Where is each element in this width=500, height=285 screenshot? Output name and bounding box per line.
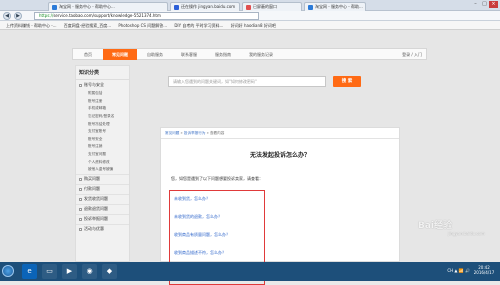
article-panel: 常见问题 » 投诉举报行为 » 查看内容 无法发起投诉怎么办？ 您，如您是遇到了… bbox=[160, 127, 400, 285]
nav-home[interactable]: 首页 bbox=[77, 49, 99, 60]
search-input[interactable]: 请输入您遇到的问题关键词，如"如何修改密码" bbox=[168, 76, 326, 87]
bookmark[interactable]: 百度网盘-经验搜索_百度... bbox=[64, 23, 111, 28]
divider bbox=[161, 138, 399, 139]
knowledge-sidebar: 知识分类 账号与安全 附属包括 账号注册 手机或邮箱 忘记密码/登录名 账号冻结… bbox=[75, 65, 130, 262]
url-input[interactable]: https://service.taobao.com/support/knowl… bbox=[34, 12, 259, 20]
sidebar-category-label: 活动与优惠 bbox=[84, 226, 104, 232]
sidebar-subitem[interactable]: 账号冻结处理 bbox=[76, 120, 129, 128]
sidebar-subitem[interactable]: 账号注册 bbox=[76, 98, 129, 106]
site-top-nav: 首页 常见问题 自助服务 联系客服 服务指南 我的服务记录 登录 / 入门 bbox=[72, 48, 427, 60]
back-button[interactable]: ◀ bbox=[3, 12, 11, 20]
faq-link[interactable]: 未收到货，怎么办？ bbox=[174, 196, 210, 202]
expand-icon bbox=[79, 217, 82, 221]
faq-link[interactable]: 收到商品有质量问题，怎么办？ bbox=[174, 232, 230, 238]
tab-label: 淘宝网 - 服务中心 - 帮助中心... bbox=[59, 4, 115, 9]
sidebar-subitem[interactable]: 账号注销 bbox=[76, 143, 129, 151]
browser-tab[interactable]: 还在操作 jingyan.baidu.com bbox=[170, 2, 240, 11]
breadcrumb-parent[interactable]: 投诉举报行为 bbox=[184, 131, 206, 135]
maximize-icon[interactable]: □ bbox=[480, 1, 489, 8]
sidebar-subitem[interactable]: 支付宝问题 bbox=[76, 151, 129, 159]
url-path: service.taobao.com/support/knowledge-552… bbox=[53, 13, 161, 18]
sidebar-category[interactable]: 投诉举报问题 bbox=[76, 213, 129, 224]
forward-button[interactable]: ▶ bbox=[14, 12, 22, 20]
media-icon[interactable]: ▶ bbox=[62, 264, 77, 279]
bookmarks-bar: 上传资料赚钱 - 帮助中心 -... 百度网盘-经验搜索_百度... Photo… bbox=[0, 21, 500, 30]
login-link[interactable]: 登录 / 入门 bbox=[402, 49, 422, 60]
bookmark[interactable]: DIY 自考的 平时学习资料... bbox=[174, 23, 223, 28]
sidebar-category[interactable]: 退款退货问题 bbox=[76, 203, 129, 214]
sidebar-category[interactable]: 活动与优惠 bbox=[76, 223, 129, 234]
close-icon[interactable]: × bbox=[489, 1, 498, 8]
start-button[interactable] bbox=[2, 265, 14, 277]
nav-contact[interactable]: 联系客服 bbox=[173, 49, 205, 60]
browser-tab[interactable]: 淘宝网 - 服务中心 - 帮助... bbox=[304, 2, 366, 11]
collapse-icon bbox=[79, 83, 82, 87]
article-intro: 您，如您是遇到了以下问题想要投诉卖家，请查看： bbox=[171, 176, 263, 181]
sidebar-subitem[interactable]: 个人资料修改 bbox=[76, 158, 129, 166]
tab-label: 还在操作 jingyan.baidu.com bbox=[181, 4, 236, 9]
expand-icon bbox=[79, 197, 82, 201]
sidebar-title: 知识分类 bbox=[76, 66, 129, 80]
nav-guide[interactable]: 服务指南 bbox=[207, 49, 239, 60]
sidebar-subitem[interactable]: 被他人盗号被骗 bbox=[76, 166, 129, 174]
sidebar-category[interactable]: 发货收货问题 bbox=[76, 193, 129, 204]
browser-tab[interactable]: 已屏蔽的窗口 bbox=[242, 2, 302, 11]
tab-label: 淘宝网 - 服务中心 - 帮助... bbox=[315, 4, 363, 9]
sidebar-category-label: 付款问题 bbox=[84, 186, 100, 192]
taobao-tab-icon bbox=[308, 4, 313, 10]
bookmark[interactable]: Photoshop CS 问题解答... bbox=[118, 23, 167, 28]
taobao-tab-icon bbox=[52, 4, 57, 10]
sidebar-subitem[interactable]: 支付宝账号 bbox=[76, 128, 129, 136]
clock[interactable]: 20:42 2016/4/17 bbox=[471, 265, 497, 275]
breadcrumb-home[interactable]: 常见问题 bbox=[165, 131, 179, 135]
watermark-url: jingyan.baidu.com bbox=[448, 231, 485, 236]
baidu-tab-icon bbox=[174, 4, 179, 10]
blocked-tab-icon bbox=[246, 4, 251, 10]
breadcrumb-separator: » bbox=[180, 131, 183, 135]
faq-link[interactable]: 收到商品描述不符，怎么办？ bbox=[174, 250, 226, 256]
sidebar-category-label: 发货收货问题 bbox=[84, 196, 108, 202]
url-scheme: https:// bbox=[39, 13, 54, 18]
nav-records[interactable]: 我的服务记录 bbox=[241, 49, 281, 60]
browser-tab-active[interactable]: 淘宝网 - 服务中心 - 帮助中心... bbox=[48, 2, 168, 11]
faq-link[interactable]: 未收到货的退款，怎么办？ bbox=[174, 214, 222, 220]
clock-date: 2016/4/17 bbox=[473, 270, 495, 275]
bookmark[interactable]: 上传资料赚钱 - 帮助中心 -... bbox=[6, 23, 57, 28]
nav-self-service[interactable]: 自助服务 bbox=[139, 49, 171, 60]
nav-faq[interactable]: 常见问题 bbox=[103, 49, 137, 60]
breadcrumb: 常见问题 » 投诉举报行为 » 查看内容 bbox=[165, 131, 224, 136]
article-title: 无法发起投诉怎么办？ bbox=[249, 152, 310, 159]
sidebar-subitem[interactable]: 附属包括 bbox=[76, 90, 129, 98]
sidebar-subitem[interactable]: 忘记密码/登录名 bbox=[76, 113, 129, 121]
app-icon[interactable]: ◆ bbox=[102, 264, 117, 279]
expand-icon bbox=[79, 227, 82, 231]
sidebar-category[interactable]: 购买问题 bbox=[76, 173, 129, 184]
system-tray[interactable]: CH ▲ 📶 🔊 bbox=[447, 268, 470, 273]
expand-icon bbox=[79, 207, 82, 211]
bookmark[interactable]: 好词好 haodian8 好词吧 bbox=[231, 23, 276, 28]
browser-tab-strip: 淘宝网 - 服务中心 - 帮助中心... 还在操作 jingyan.baidu.… bbox=[0, 0, 500, 11]
sidebar-subitem[interactable]: 手机或邮箱 bbox=[76, 105, 129, 113]
windows-taskbar: e ▭ ▶ ◉ ◆ CH ▲ 📶 🔊 20:42 2016/4/17 bbox=[0, 262, 500, 281]
window-controls: – □ × bbox=[471, 1, 498, 8]
sidebar-category-label: 购买问题 bbox=[84, 176, 100, 182]
address-bar-row: ◀ ▶ https://service.taobao.com/support/k… bbox=[0, 11, 500, 21]
breadcrumb-separator: » bbox=[206, 131, 209, 135]
expand-icon bbox=[79, 187, 82, 191]
sidebar-category-label: 退款退货问题 bbox=[84, 206, 108, 212]
browser-icon[interactable]: ◉ bbox=[82, 264, 97, 279]
sidebar-subitem[interactable]: 账号安全 bbox=[76, 136, 129, 144]
breadcrumb-current: 查看内容 bbox=[209, 131, 225, 135]
search-button[interactable]: 搜 索 bbox=[333, 76, 361, 87]
sidebar-category[interactable]: 付款问题 bbox=[76, 183, 129, 194]
sidebar-section-account[interactable]: 账号与安全 bbox=[76, 80, 129, 90]
tab-label: 已屏蔽的窗口 bbox=[253, 4, 277, 9]
baidu-jingyan-watermark: Bai经验 bbox=[418, 221, 453, 231]
sidebar-section-label: 账号与安全 bbox=[84, 82, 104, 87]
expand-icon bbox=[79, 177, 82, 181]
ie-icon[interactable]: e bbox=[22, 264, 37, 279]
sidebar-category-label: 投诉举报问题 bbox=[84, 216, 108, 222]
minimize-icon[interactable]: – bbox=[471, 1, 480, 8]
folder-icon[interactable]: ▭ bbox=[42, 264, 57, 279]
